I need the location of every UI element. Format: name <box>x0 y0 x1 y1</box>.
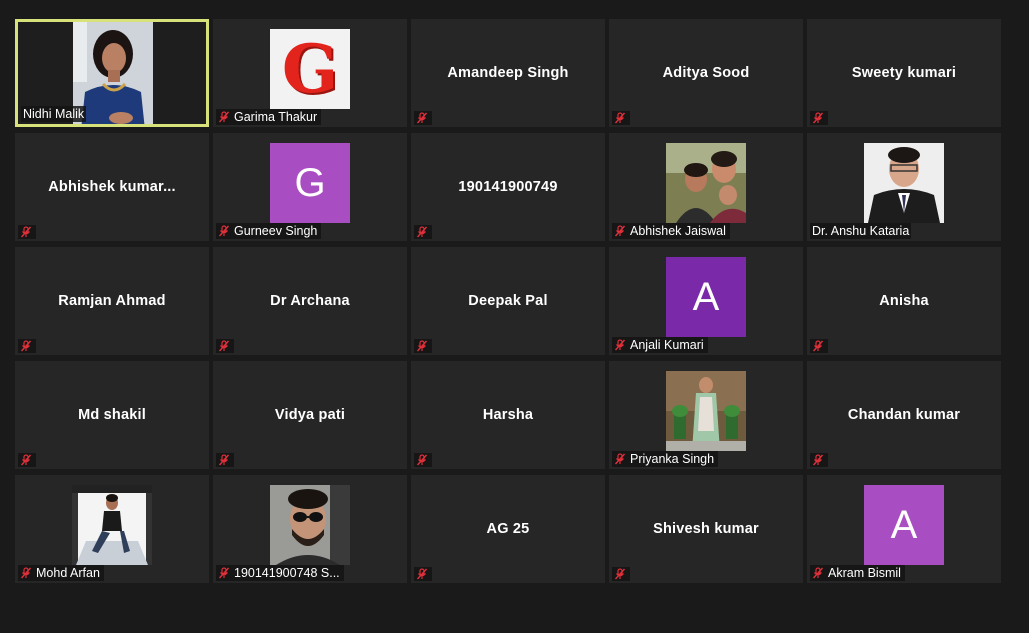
participant-tile[interactable]: Aditya Sood <box>609 19 803 127</box>
participant-name-label <box>18 339 36 353</box>
muted-mic-icon <box>20 226 32 238</box>
participant-name-label <box>414 225 432 239</box>
muted-mic-icon <box>416 112 428 124</box>
participant-name-label <box>414 567 432 581</box>
participant-display-name: Abhishek kumar... <box>48 179 176 195</box>
participant-tile[interactable]: Dr Archana <box>213 247 407 355</box>
participant-name-label <box>414 111 432 125</box>
muted-mic-icon <box>812 112 824 124</box>
participant-name-label <box>414 339 432 353</box>
participant-name-label <box>414 453 432 467</box>
participant-display-name: Harsha <box>482 407 534 423</box>
participant-tile[interactable]: G Garima Thakur <box>213 19 407 127</box>
participant-display-name: Dr Archana <box>270 293 350 309</box>
participant-name-label <box>810 111 828 125</box>
participant-tile[interactable]: Priyanka Singh <box>609 361 803 469</box>
muted-mic-icon <box>416 568 428 580</box>
profile-picture <box>666 371 746 451</box>
muted-mic-icon <box>416 340 428 352</box>
muted-mic-icon <box>812 340 824 352</box>
participant-tile[interactable]: Dr. Anshu Kataria <box>807 133 1001 241</box>
participant-name-label: Dr. Anshu Kataria <box>810 223 912 239</box>
muted-mic-icon <box>812 567 824 579</box>
participant-name-label <box>612 567 630 581</box>
muted-mic-icon <box>614 339 626 351</box>
muted-mic-icon <box>218 454 230 466</box>
muted-mic-icon <box>218 567 230 579</box>
profile-picture <box>72 485 152 565</box>
participant-tile[interactable]: Sweety kumari <box>807 19 1001 127</box>
participant-display-name: Shivesh kumar <box>653 521 759 537</box>
participant-display-name: Aditya Sood <box>662 65 750 81</box>
participant-tile[interactable]: 190141900748 S... <box>213 475 407 583</box>
participant-display-name: Anisha <box>879 293 929 309</box>
muted-mic-icon <box>20 340 32 352</box>
muted-mic-icon <box>614 568 626 580</box>
muted-mic-icon <box>218 340 230 352</box>
letter-avatar: A <box>864 485 944 565</box>
participant-display-name: Ramjan Ahmad <box>58 293 166 309</box>
participant-gallery: Nidhi Malik G Garima Thakur Amandeep Sin… <box>15 19 1001 583</box>
participant-name-label: Garima Thakur <box>216 109 322 125</box>
muted-mic-icon <box>20 567 32 579</box>
profile-picture: G <box>270 29 350 109</box>
participant-name-label <box>18 453 36 467</box>
participant-name-label: Abhishek Jaiswal <box>612 223 730 239</box>
muted-mic-icon <box>20 454 32 466</box>
muted-mic-icon <box>812 454 824 466</box>
participant-name-label: Nidhi Malik <box>21 106 87 122</box>
participant-name-label <box>612 111 630 125</box>
participant-tile[interactable]: G Gurneev Singh <box>213 133 407 241</box>
participant-tile[interactable]: A Anjali Kumari <box>609 247 803 355</box>
muted-mic-icon <box>614 453 626 465</box>
participant-tile[interactable]: Ramjan Ahmad <box>15 247 209 355</box>
participant-tile[interactable]: AG 25 <box>411 475 605 583</box>
participant-tile[interactable]: Shivesh kumar <box>609 475 803 583</box>
participant-name-label <box>810 453 828 467</box>
profile-picture <box>270 485 350 565</box>
participant-display-name: AG 25 <box>486 521 530 537</box>
participant-display-name: 190141900749 <box>458 179 558 195</box>
profile-picture <box>666 143 746 223</box>
participant-tile[interactable]: Md shakil <box>15 361 209 469</box>
muted-mic-icon <box>218 111 230 123</box>
participant-name-label <box>18 225 36 239</box>
participant-name-label <box>810 339 828 353</box>
participant-tile[interactable]: Vidya pati <box>213 361 407 469</box>
participant-name-label <box>216 339 234 353</box>
participant-display-name: Amandeep Singh <box>447 65 569 81</box>
participant-display-name: Md shakil <box>78 407 146 423</box>
muted-mic-icon <box>218 225 230 237</box>
participant-display-name: Chandan kumar <box>847 407 961 423</box>
participant-tile[interactable]: Abhishek Jaiswal <box>609 133 803 241</box>
participant-name-label: Anjali Kumari <box>612 337 708 353</box>
participant-tile[interactable]: Nidhi Malik <box>15 19 209 127</box>
participant-tile[interactable]: Anisha <box>807 247 1001 355</box>
participant-name-label: Gurneev Singh <box>216 223 322 239</box>
letter-avatar: A <box>666 257 746 337</box>
participant-tile[interactable]: Mohd Arfan <box>15 475 209 583</box>
muted-mic-icon <box>416 454 428 466</box>
participant-tile[interactable]: Harsha <box>411 361 605 469</box>
muted-mic-icon <box>416 226 428 238</box>
muted-mic-icon <box>614 112 626 124</box>
participant-name-label: 190141900748 S... <box>216 565 344 581</box>
participant-tile[interactable]: Abhishek kumar... <box>15 133 209 241</box>
participant-tile[interactable]: A Akram Bismil <box>807 475 1001 583</box>
profile-picture <box>864 143 944 223</box>
letter-avatar: G <box>270 143 350 223</box>
participant-tile[interactable]: Deepak Pal <box>411 247 605 355</box>
participant-name-label: Mohd Arfan <box>18 565 104 581</box>
participant-tile[interactable]: Amandeep Singh <box>411 19 605 127</box>
participant-display-name: Vidya pati <box>274 407 346 423</box>
participant-tile[interactable]: 190141900749 <box>411 133 605 241</box>
participant-display-name: Deepak Pal <box>468 293 548 309</box>
participant-name-label: Priyanka Singh <box>612 451 719 467</box>
participant-name-label: Akram Bismil <box>810 565 905 581</box>
participant-name-label <box>216 453 234 467</box>
participant-tile[interactable]: Chandan kumar <box>807 361 1001 469</box>
muted-mic-icon <box>614 225 626 237</box>
participant-display-name: Sweety kumari <box>851 65 957 81</box>
